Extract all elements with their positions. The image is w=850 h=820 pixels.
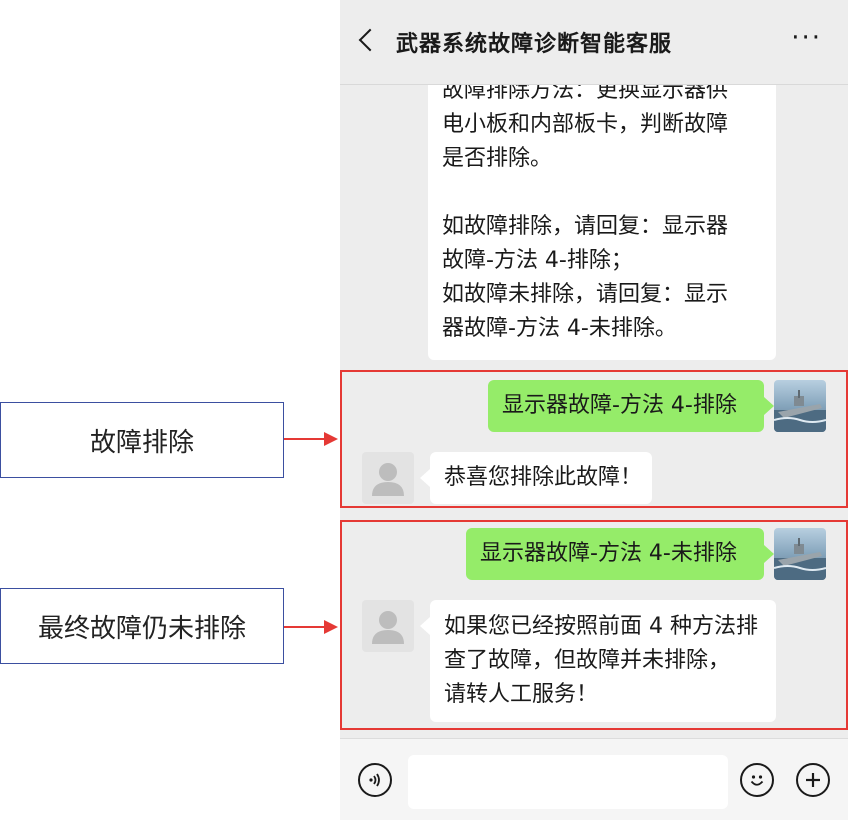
bot-message-resolved-text: 恭喜您排除此故障！ (444, 465, 643, 490)
bot-avatar[interactable] (362, 600, 414, 652)
more-icon[interactable]: ··· (791, 25, 822, 51)
bot-avatar[interactable] (362, 452, 414, 504)
ship-icon (774, 538, 826, 580)
bot-message-unresolved: 如果您已经按照前面 4 种方法排 查了故障，但故障并未排除， 请转人工服务！ (430, 600, 776, 722)
emoji-icon[interactable] (740, 763, 774, 797)
annotation-label-unresolved: 最终故障仍未排除 (0, 588, 284, 664)
message-line: 如果您已经按照前面 4 种方法排 (444, 614, 758, 639)
annotation-arrowhead-resolved (324, 432, 338, 446)
user-message-unresolved: 显示器故障-方法 4-未排除 (466, 528, 764, 580)
chevron-left-icon[interactable] (358, 28, 382, 52)
voice-icon[interactable] (358, 763, 392, 797)
annotation-arrowhead-unresolved (324, 620, 338, 634)
annotation-arrow-resolved (284, 438, 326, 440)
default-avatar-icon (362, 452, 414, 504)
input-bar (340, 738, 848, 820)
ship-icon (774, 390, 826, 432)
bot-message-resolved: 恭喜您排除此故障！ (430, 452, 652, 504)
message-line: 查了故障，但故障并未排除， (444, 648, 731, 673)
bubble-tail (764, 397, 774, 415)
message-line: 是否排除。 (442, 146, 553, 171)
bot-message-method4: 故障排除方法：更换显示器供 电小板和内部板卡，判断故障 是否排除。 如故障排除，… (428, 64, 776, 360)
annotation-arrow-unresolved (284, 626, 326, 628)
voice-waves-icon (369, 773, 380, 787)
bubble-tail (420, 617, 430, 635)
message-line: 如故障未排除，请回复：显示 (442, 282, 729, 307)
message-line (442, 176, 762, 210)
default-avatar-icon (362, 600, 414, 652)
bubble-tail (420, 469, 430, 487)
annotation-label-unresolved-text: 最终故障仍未排除 (37, 613, 246, 644)
bubble-tail (764, 545, 774, 563)
message-input[interactable] (408, 755, 728, 809)
annotation-label-resolved-text: 故障排除 (89, 427, 194, 458)
chat-title: 武器系统故障诊断智能客服 (396, 32, 673, 57)
message-line: 电小板和内部板卡，判断故障 (442, 112, 729, 137)
message-line: 请转人工服务！ (444, 682, 599, 707)
message-line: 如故障排除，请回复：显示器 (442, 214, 729, 239)
message-line: 器故障-方法 4-未排除。 (442, 316, 677, 341)
plus-icon[interactable] (796, 763, 830, 797)
annotation-label-resolved: 故障排除 (0, 402, 284, 478)
chat-header: 武器系统故障诊断智能客服 ··· (340, 0, 848, 85)
smiley-face-icon (750, 775, 764, 786)
message-line: 故障-方法 4-排除； (442, 248, 633, 273)
user-avatar[interactable] (774, 528, 826, 580)
user-message-resolved-text: 显示器故障-方法 4-排除 (502, 393, 737, 418)
user-avatar[interactable] (774, 380, 826, 432)
user-message-resolved: 显示器故障-方法 4-排除 (488, 380, 764, 432)
user-message-unresolved-text: 显示器故障-方法 4-未排除 (480, 541, 737, 566)
chat-window: 故障排除方法：更换显示器供 电小板和内部板卡，判断故障 是否排除。 如故障排除，… (340, 0, 848, 820)
plus-sign-icon (806, 773, 820, 787)
